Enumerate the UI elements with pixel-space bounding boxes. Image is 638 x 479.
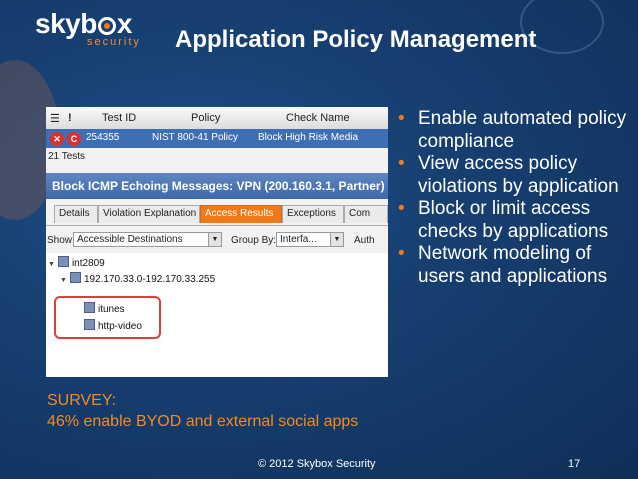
tab-com[interactable]: Com — [344, 205, 388, 223]
group-by-select[interactable]: Interfa... ▼ — [276, 232, 344, 247]
error-icon: ✕ — [50, 132, 64, 146]
tests-count: 21 Tests — [48, 151, 86, 162]
bullet-item: View access policy violations by applica… — [397, 153, 635, 198]
show-label: Show: — [47, 235, 75, 246]
tab-violation-explanation[interactable]: Violation Explanation — [98, 205, 200, 223]
column-check-name[interactable]: Check Name — [286, 112, 350, 124]
cell-test-id: 254355 — [86, 132, 120, 143]
block-title-bar: Block ICMP Echoing Messages: VPN (200.16… — [46, 173, 388, 199]
skybox-logo: skyb x security — [35, 8, 141, 49]
logo-subtitle: security — [87, 36, 141, 48]
column-policy[interactable]: Policy — [191, 112, 220, 124]
results-tree: ▼ int2809 ▼ 192.170.33.0-192.170.33.255 it… — [46, 253, 388, 377]
column-test-id[interactable]: Test ID — [102, 112, 136, 124]
page-number: 17 — [568, 458, 581, 470]
list-icon: ☰ — [50, 113, 60, 125]
copyright-footer: © 2012 Skybox Security — [258, 458, 376, 470]
filter-bar: Show: Accessible Destinations ▼ Group By… — [46, 231, 388, 251]
show-select-value: Accessible Destinations — [77, 234, 183, 245]
logo-text: skyb — [35, 8, 97, 39]
tab-bar: Details Violation Explanation Access Res… — [46, 203, 388, 226]
cell-policy: NIST 800-41 Policy — [152, 132, 238, 143]
interface-icon — [57, 256, 69, 267]
network-icon — [69, 272, 81, 283]
tab-details[interactable]: Details — [54, 205, 98, 223]
show-select[interactable]: Accessible Destinations ▼ — [73, 232, 222, 247]
block-title: Block ICMP Echoing Messages: VPN (200.16… — [52, 179, 388, 193]
bullet-item: Block or limit access checks by applicat… — [397, 198, 635, 243]
bullet-item: Enable automated policy compliance — [397, 108, 635, 153]
cell-check-name: Block High Risk Media — [258, 132, 359, 143]
critical-icon: C — [67, 132, 81, 146]
survey-heading: SURVEY: — [47, 392, 117, 409]
chevron-down-icon: ▼ — [330, 233, 343, 246]
slide-title: Application Policy Management — [175, 26, 537, 53]
survey-callout: SURVEY: 46% enable BYOD and external soc… — [47, 390, 358, 432]
group-by-value: Interfa... — [280, 234, 317, 245]
survey-stat: 46% enable BYOD and external social apps — [47, 413, 359, 430]
expand-icon[interactable]: ▼ — [48, 261, 55, 268]
tab-access-results[interactable]: Access Results — [200, 205, 282, 223]
tree-node-label: 192.170.33.0-192.170.33.255 — [83, 274, 216, 285]
logo-o-icon — [97, 17, 116, 35]
bullet-item: Network modeling of users and applicatio… — [397, 243, 635, 288]
tab-exceptions[interactable]: Exceptions — [282, 205, 344, 223]
auth-label: Auth — [354, 235, 375, 246]
priority-icon: ! — [68, 112, 72, 124]
tree-node-label: int2809 — [71, 258, 105, 269]
highlight-outline — [54, 296, 161, 339]
group-by-label: Group By: — [231, 235, 277, 246]
logo-text-end: x — [116, 8, 133, 39]
chevron-down-icon: ▼ — [208, 233, 221, 246]
bullet-list: Enable automated policy compliance View … — [397, 108, 635, 288]
tree-node-range[interactable]: ▼ 192.170.33.0-192.170.33.255 — [60, 272, 215, 285]
app-screenshot: ☰ ! Test ID Policy Check Name ✕ C 254355… — [46, 107, 388, 377]
tree-node-root[interactable]: ▼ int2809 — [48, 256, 105, 269]
grid-header: ☰ ! Test ID Policy Check Name — [46, 107, 388, 130]
expand-icon[interactable]: ▼ — [60, 277, 67, 284]
table-row[interactable]: ✕ C 254355 NIST 800-41 Policy Block High… — [46, 129, 388, 148]
